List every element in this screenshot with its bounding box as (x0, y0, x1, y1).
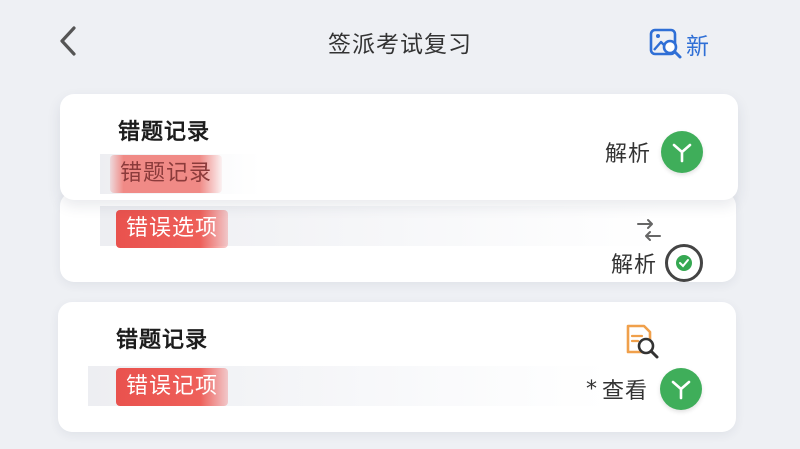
header-bar: 签派考试复习 新 (0, 0, 800, 86)
document-search-icon[interactable] (622, 322, 662, 362)
view-prefix: * (586, 376, 598, 402)
analysis-label: 解析 (605, 142, 652, 167)
analysis-label: 解析 (611, 253, 658, 278)
wrong-record-tag[interactable]: 错误记项 (116, 368, 229, 406)
card-title: 错题记录 (118, 120, 211, 145)
record-tag[interactable]: 错题记录 (110, 155, 223, 193)
wrong-option-tag[interactable]: 错误选项 (116, 210, 229, 248)
y-branch-icon (671, 380, 691, 400)
record-card-1[interactable]: 错题记录 错题记录 解析 (60, 94, 738, 200)
analysis-action[interactable]: 解析 (605, 131, 704, 173)
app-screen: 签派考试复习 新 错题记录 错题记录 解析 错误选项 解析 错题记录 错误记项 … (0, 0, 800, 449)
record-card-3[interactable]: 错题记录 错误记项 * 查看 (58, 302, 736, 432)
y-branch-icon (672, 143, 692, 163)
view-button[interactable] (660, 368, 703, 410)
analysis-action[interactable]: 解析 (611, 244, 704, 282)
view-label: 查看 (602, 379, 649, 404)
analysis-button[interactable] (661, 131, 704, 173)
refresh-button[interactable] (665, 244, 704, 282)
record-card-2[interactable]: 错误选项 解析 (60, 192, 736, 282)
swap-arrows-icon[interactable] (634, 218, 664, 242)
new-label: 新 (686, 34, 709, 60)
image-search-icon (649, 28, 682, 59)
view-action[interactable]: * 查看 (586, 368, 703, 410)
new-button[interactable]: 新 (648, 26, 709, 62)
card-title: 错题记录 (116, 328, 209, 353)
refresh-circle-icon (676, 255, 693, 271)
